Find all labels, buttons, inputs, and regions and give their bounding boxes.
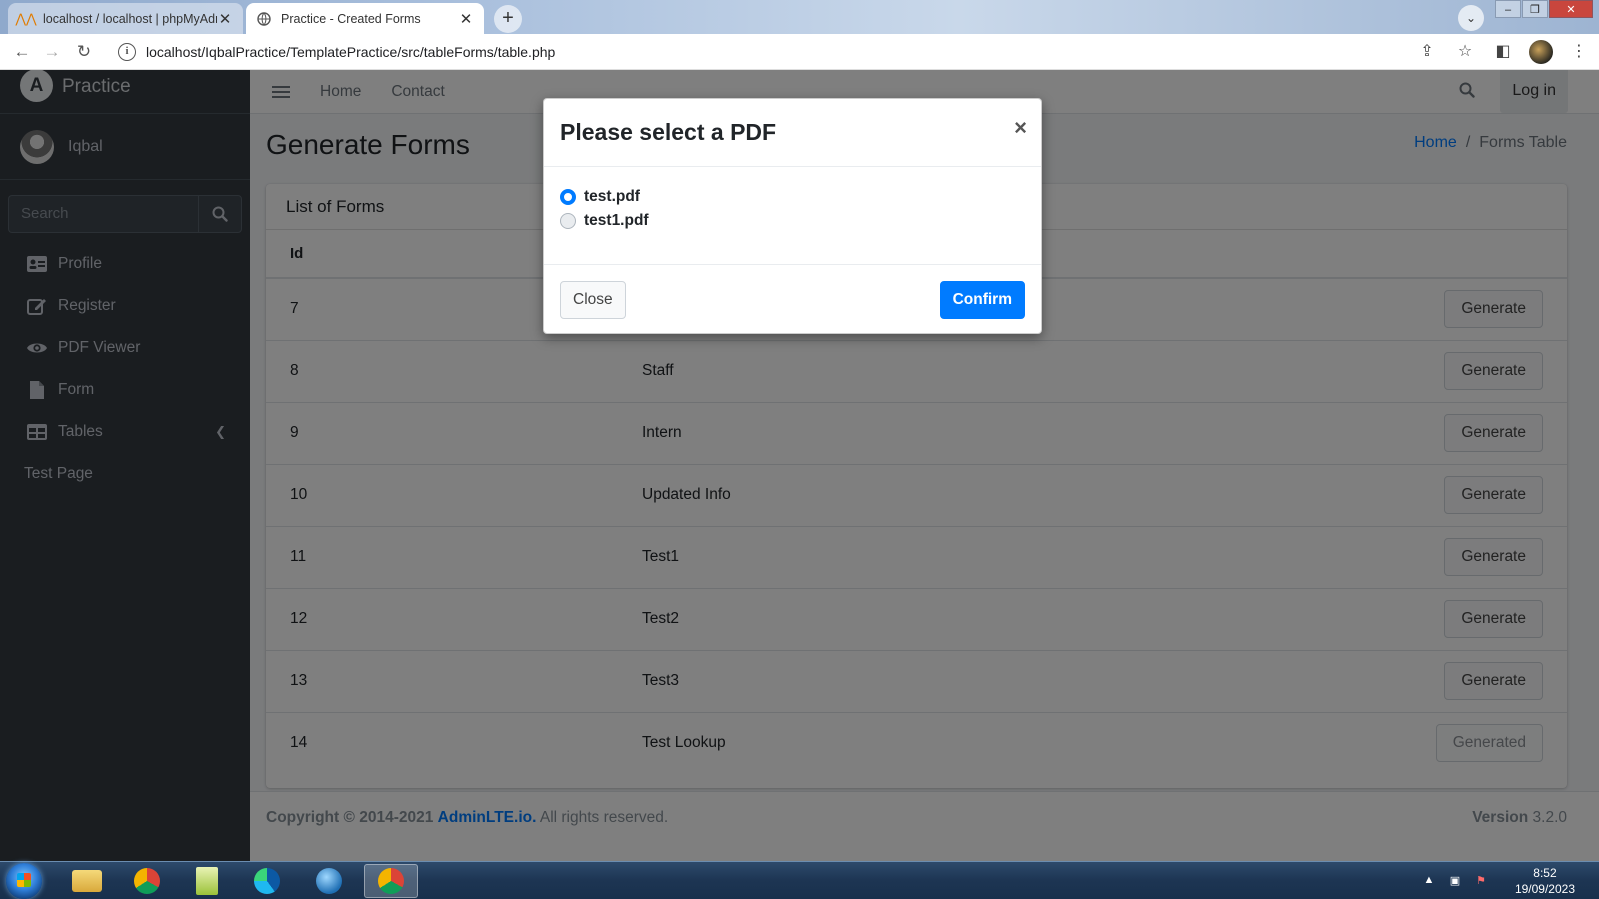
taskbar: ▲ ▣ ⚑ 8:52 19/09/2023 [0, 861, 1599, 899]
clock[interactable]: 8:52 19/09/2023 [1515, 865, 1575, 897]
confirm-button[interactable]: Confirm [939, 281, 1025, 319]
taskbar-notepad[interactable] [180, 864, 234, 898]
new-tab-button[interactable]: + [494, 5, 522, 33]
tab-search-icon[interactable]: ⌄ [1458, 5, 1484, 31]
close-button[interactable]: Close [560, 281, 626, 319]
radio-button[interactable] [560, 213, 576, 229]
chrome-icon [134, 868, 160, 894]
folder-icon [72, 870, 102, 892]
start-button[interactable] [6, 863, 42, 899]
pdf-option-test1[interactable]: test1.pdf [560, 209, 1025, 233]
tab-title: Practice - Created Forms [281, 11, 421, 26]
action-center-flag-icon[interactable]: ⚑ [1473, 874, 1489, 888]
chrome-icon [378, 868, 404, 894]
pdf-option-label: test1.pdf [584, 212, 649, 229]
window-controls: – ❐ ✕ [1494, 0, 1593, 18]
modal-header: Please select a PDF × [544, 99, 1041, 167]
taskbar-edge[interactable] [240, 864, 294, 898]
taskbar-file-explorer[interactable] [60, 864, 114, 898]
page: A Practice Iqbal Search Profile [0, 70, 1599, 861]
modal-title: Please select a PDF [560, 119, 777, 145]
network-icon[interactable]: ▣ [1447, 874, 1463, 888]
tray-expand-icon[interactable]: ▲ [1421, 874, 1437, 888]
browser-tab-phpmyadmin[interactable]: ⋀⋀ localhost / localhost | phpMyAdmin ✕ [8, 3, 243, 34]
modal-close-icon[interactable]: × [1014, 115, 1027, 141]
system-tray: ▲ ▣ ⚑ 8:52 19/09/2023 [1421, 862, 1589, 899]
window-close-icon[interactable]: ✕ [1549, 0, 1593, 18]
reload-icon[interactable]: ↻ [72, 40, 96, 64]
close-icon[interactable]: ✕ [458, 10, 474, 28]
close-icon[interactable]: ✕ [217, 10, 233, 28]
menu-kebab-icon[interactable]: ⋮ [1567, 40, 1591, 64]
browser-tab-practice[interactable]: Practice - Created Forms ✕ [246, 3, 484, 34]
back-icon[interactable]: ← [10, 40, 34, 64]
browser-tab-bar: ⋀⋀ localhost / localhost | phpMyAdmin ✕ … [0, 0, 1599, 34]
edge-icon [254, 868, 280, 894]
modal-footer: Close Confirm [544, 264, 1041, 334]
network-globe-icon [316, 868, 342, 894]
taskbar-chrome[interactable] [120, 864, 174, 898]
windows-logo-icon [17, 873, 31, 887]
side-panel-icon[interactable]: ◧ [1491, 40, 1515, 64]
taskbar-network[interactable] [302, 864, 356, 898]
share-icon[interactable]: ⇪ [1415, 40, 1439, 64]
pdf-option-test[interactable]: test.pdf [560, 185, 1025, 209]
phpmyadmin-icon: ⋀⋀ [15, 10, 37, 26]
address-bar: ← → ↻ i localhost/IqbalPractice/Template… [0, 34, 1599, 70]
profile-avatar[interactable] [1529, 40, 1553, 64]
select-pdf-modal: Please select a PDF × test.pdf test1.pdf… [543, 98, 1042, 334]
clock-date: 19/09/2023 [1514, 882, 1575, 896]
restore-icon[interactable]: ❐ [1522, 0, 1548, 18]
url-text: localhost/IqbalPractice/TemplatePractice… [146, 44, 556, 60]
browser-actions: ⇪ ☆ ◧ ⋮ [1415, 40, 1591, 64]
clock-time: 8:52 [1533, 866, 1557, 880]
globe-icon [256, 11, 272, 27]
radio-button-checked[interactable] [560, 189, 576, 205]
pdf-option-label: test.pdf [584, 188, 640, 205]
forward-icon[interactable]: → [40, 40, 64, 64]
minimize-icon[interactable]: – [1495, 0, 1521, 18]
site-info-icon[interactable]: i [118, 43, 136, 61]
modal-body: test.pdf test1.pdf [544, 167, 1041, 264]
notepad-icon [196, 867, 218, 895]
tab-title: localhost / localhost | phpMyAdmin [43, 11, 217, 26]
taskbar-chrome-active[interactable] [364, 864, 418, 898]
url-field[interactable]: i localhost/IqbalPractice/TemplatePracti… [110, 37, 1450, 67]
bookmark-star-icon[interactable]: ☆ [1453, 40, 1477, 64]
